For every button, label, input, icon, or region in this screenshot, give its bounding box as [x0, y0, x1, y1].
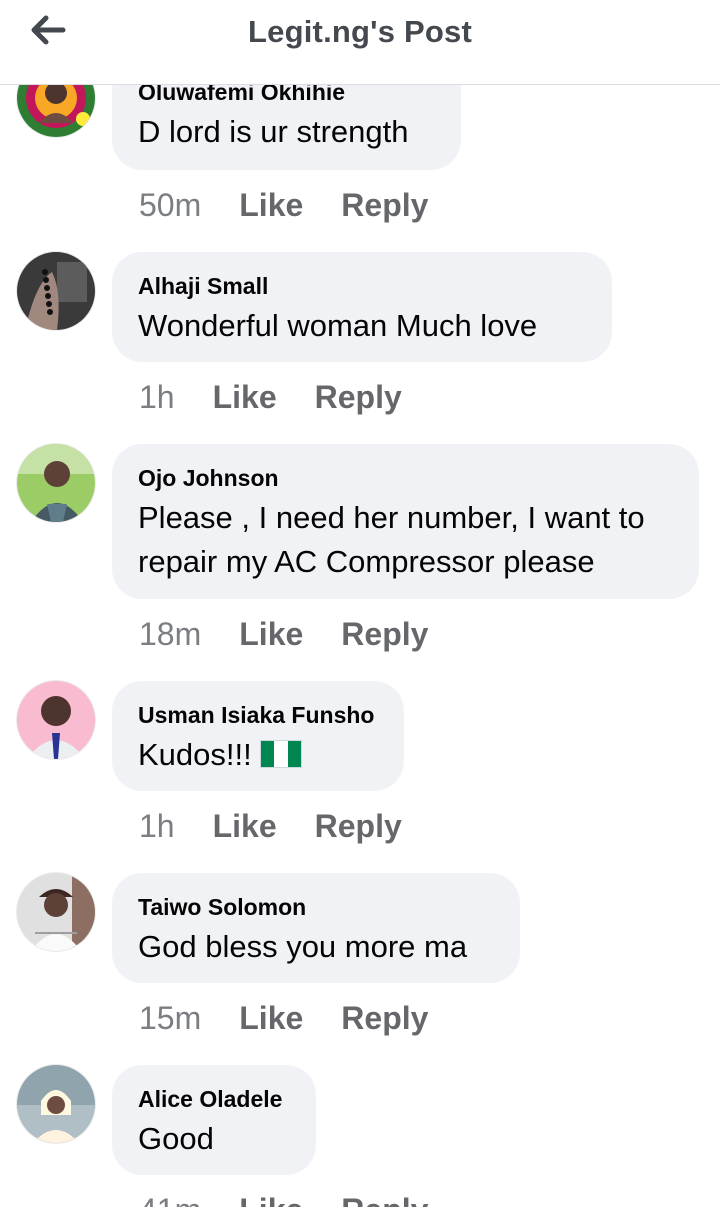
comment-actions: 15m Like Reply [139, 998, 428, 1038]
comment-text: Kudos!!! [138, 737, 252, 772]
comment-text-row: Kudos!!! [138, 733, 378, 780]
comment-bubble[interactable]: Alice Oladele Good [112, 1065, 316, 1175]
nigeria-flag-icon [259, 736, 302, 780]
comment-timestamp[interactable]: 1h [139, 379, 175, 416]
avatar[interactable] [17, 444, 95, 522]
reply-button[interactable]: Reply [341, 187, 428, 224]
reply-button[interactable]: Reply [341, 1192, 428, 1207]
reply-button[interactable]: Reply [341, 1000, 428, 1037]
comment-timestamp[interactable]: 50m [139, 187, 201, 224]
comment-text: Wonderful woman Much love [138, 308, 538, 343]
like-button[interactable]: Like [213, 379, 277, 416]
comment-bubble[interactable]: Taiwo Solomon God bless you more ma [112, 873, 520, 983]
comment-text: God bless you more ma [138, 929, 468, 964]
top-bar: Legit.ng's Post [0, 0, 720, 85]
like-button[interactable]: Like [239, 616, 303, 653]
comment-bubble[interactable]: Usman Isiaka Funsho Kudos!!! [112, 681, 404, 791]
like-button[interactable]: Like [239, 187, 303, 224]
avatar[interactable] [17, 1065, 95, 1143]
comment-bubble[interactable]: Ojo Johnson Please , I need her number, … [112, 444, 699, 599]
comment-author[interactable]: Alhaji Small [138, 272, 586, 300]
comment-author[interactable]: Taiwo Solomon [138, 893, 494, 921]
page-title: Legit.ng's Post [248, 14, 472, 49]
comment-bubble[interactable]: Alhaji Small Wonderful woman Much love [112, 252, 612, 362]
like-button[interactable]: Like [239, 1000, 303, 1037]
reply-button[interactable]: Reply [315, 379, 402, 416]
comment-actions: 1h Like Reply [139, 377, 402, 417]
comment-timestamp[interactable]: 18m [139, 616, 201, 653]
comment-timestamp[interactable]: 41m [139, 1192, 201, 1207]
comment-text: D lord is ur strength [138, 114, 409, 149]
comment-author[interactable]: Ojo Johnson [138, 464, 673, 492]
comment-actions: 41m Like Reply [139, 1190, 428, 1207]
comment-timestamp[interactable]: 1h [139, 808, 175, 845]
comments-screen: Oluwafemi Okhihie D lord is ur strength … [0, 0, 720, 1207]
comment-actions: 50m Like Reply [139, 185, 428, 225]
comment-timestamp[interactable]: 15m [139, 1000, 201, 1037]
comment-text: Please , I need her number, I want to re… [138, 500, 645, 579]
reply-button[interactable]: Reply [315, 808, 402, 845]
comment-author[interactable]: Alice Oladele [138, 1085, 290, 1113]
like-button[interactable]: Like [213, 808, 277, 845]
comment-text: Good [138, 1121, 214, 1156]
comment-actions: 1h Like Reply [139, 806, 402, 846]
avatar[interactable] [17, 681, 95, 759]
avatar[interactable] [17, 252, 95, 330]
avatar[interactable] [17, 873, 95, 951]
reply-button[interactable]: Reply [341, 616, 428, 653]
like-button[interactable]: Like [239, 1192, 303, 1207]
comment-actions: 18m Like Reply [139, 614, 428, 654]
comment-author[interactable]: Usman Isiaka Funsho [138, 701, 378, 729]
